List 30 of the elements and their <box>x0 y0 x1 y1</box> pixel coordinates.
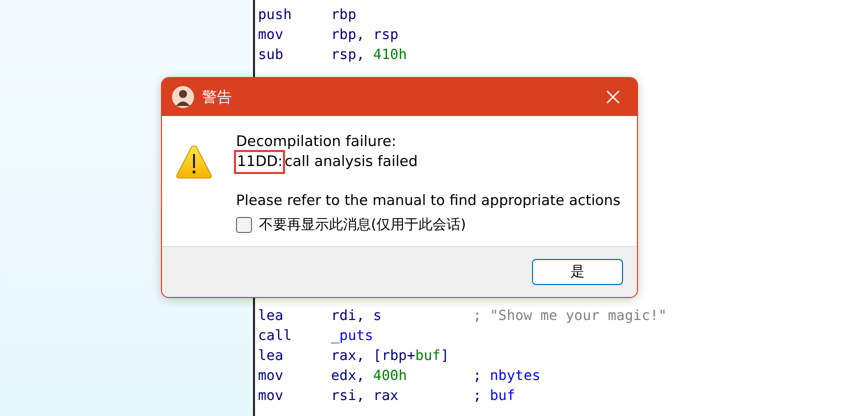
code-comment: ; buf <box>473 388 516 404</box>
code-mnemonic: lea <box>258 308 284 324</box>
code-operands: rax, [rbp+buf] <box>331 348 450 364</box>
checkbox[interactable] <box>236 217 252 233</box>
code-operands: rbp, rsp <box>331 27 400 43</box>
error-heading: Decompilation failure: <box>236 133 398 152</box>
code-operands: edx, 400h <box>331 368 408 384</box>
warning-icon <box>175 144 213 180</box>
error-message: call analysis failed <box>284 153 418 172</box>
code-operands: rsp, 410h <box>331 47 408 63</box>
code-mnemonic: mov <box>258 368 284 384</box>
code-operands: rdi, s <box>331 308 383 324</box>
yes-button[interactable]: 是 <box>532 259 623 285</box>
window-title: 警告 <box>202 88 233 106</box>
avatar-icon <box>172 86 194 108</box>
hint-text: Please refer to the manual to find appropriate actions <box>236 192 620 211</box>
code-mnemonic: call <box>258 328 293 344</box>
code-operands: rbp <box>331 7 358 23</box>
code-mnemonic: push <box>258 7 293 23</box>
code-operands: rsi, rax <box>331 388 400 404</box>
error-code: 11DD: <box>234 150 285 174</box>
code-comment: ; nbytes <box>473 368 540 384</box>
code-operands: _puts <box>331 328 374 344</box>
code-mnemonic: mov <box>258 388 284 404</box>
code-mnemonic: mov <box>258 27 284 43</box>
code-mnemonic: sub <box>258 47 284 63</box>
code-comment: ; "Show me your magic!" <box>473 308 667 324</box>
code-mnemonic: lea <box>258 348 284 364</box>
close-icon <box>606 90 620 104</box>
checkbox-label: 不要再显示此消息(仅用于此会话) <box>259 216 466 234</box>
